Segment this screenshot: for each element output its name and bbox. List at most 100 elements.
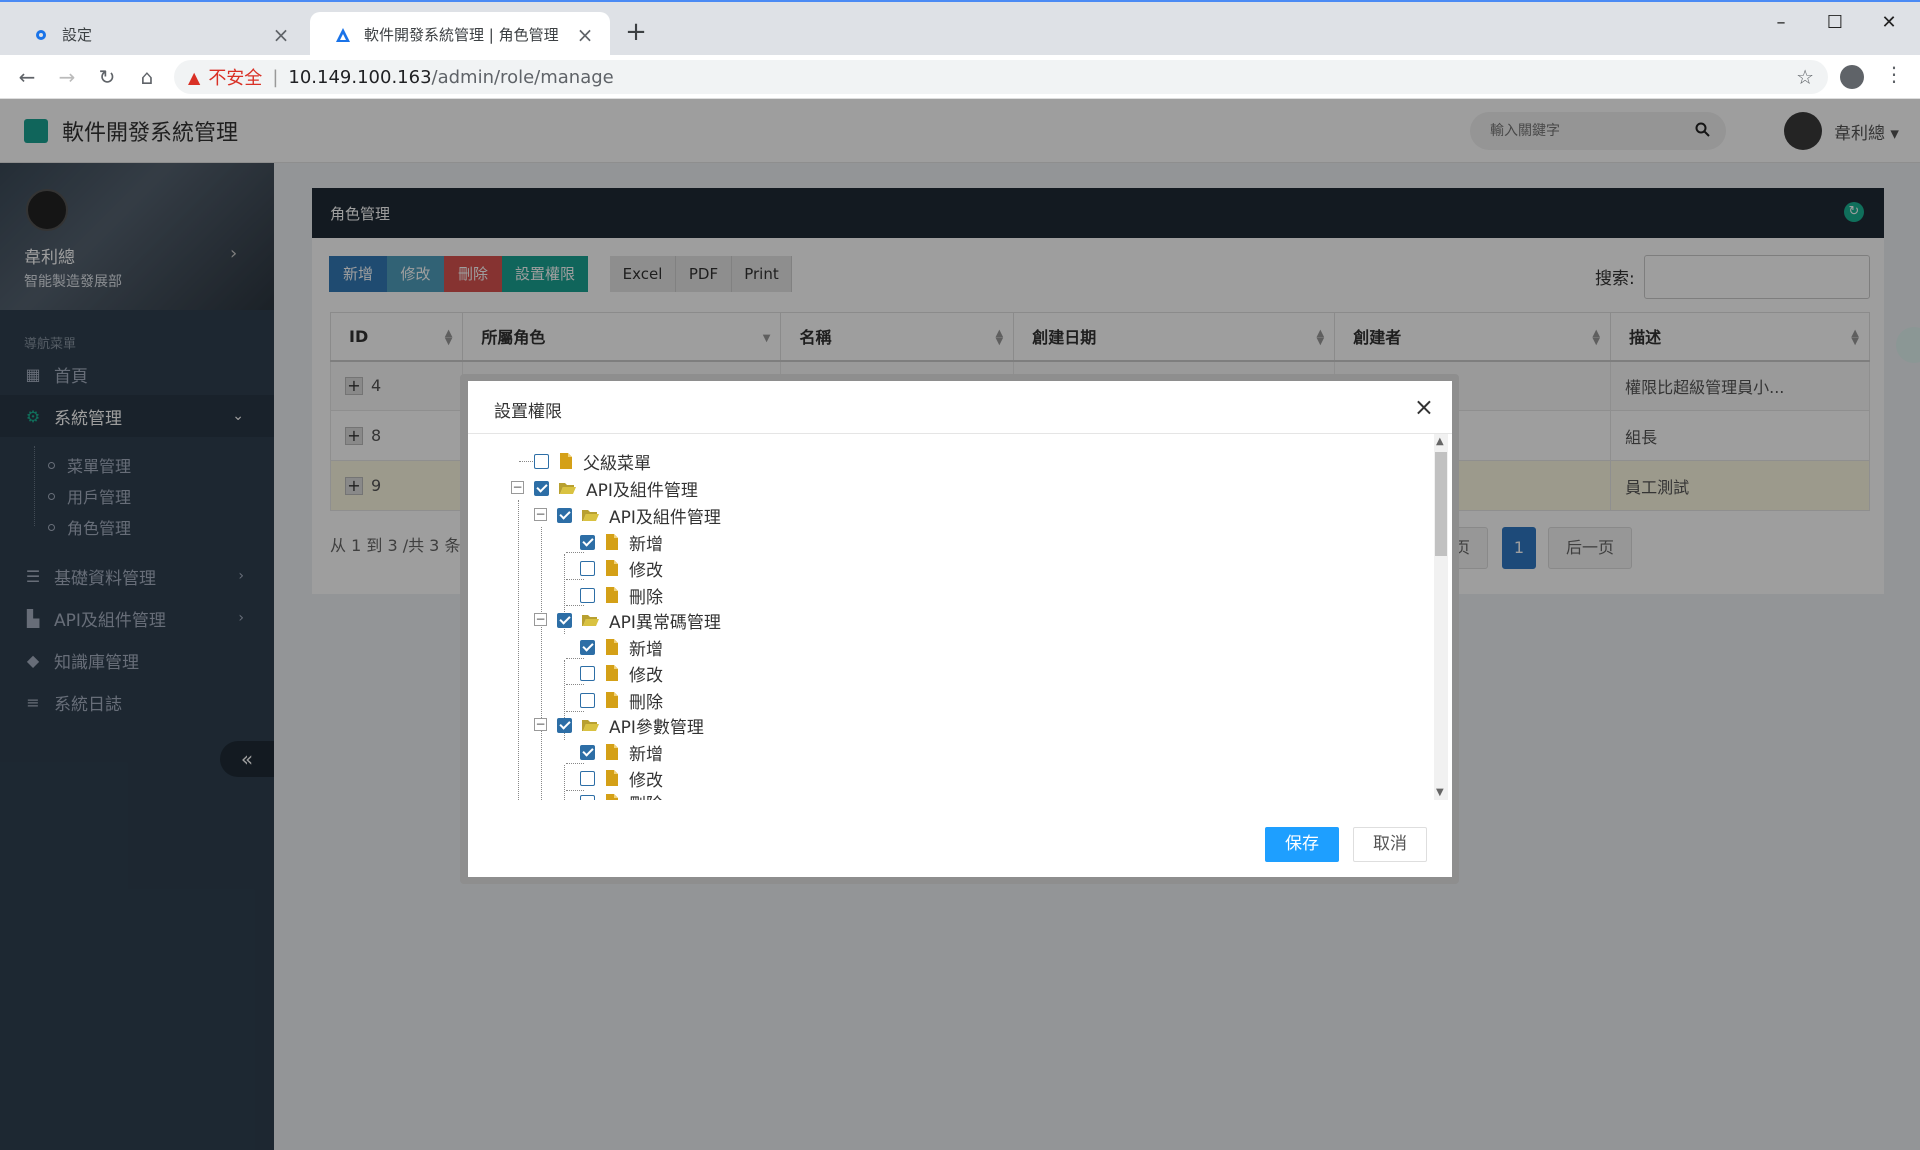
url-field[interactable]: ▲ 不安全 | 10.149.100.163 /admin/role/manag… (174, 60, 1828, 94)
tree-node-edit[interactable]: 修改 (580, 766, 663, 791)
tree-guide (541, 527, 542, 800)
close-icon[interactable]: × (1414, 393, 1434, 421)
tree-node-label: 修改 (629, 665, 663, 686)
modal-title: 設置權限 (494, 402, 562, 422)
tree-node-label: 刪除 (629, 692, 663, 713)
url-host: 10.149.100.163 (288, 66, 432, 88)
checkbox[interactable] (580, 665, 595, 681)
checkbox[interactable] (534, 453, 549, 469)
tree-node-label: API參數管理 (609, 717, 704, 738)
checkbox[interactable] (580, 560, 595, 576)
tree-guide (564, 765, 565, 800)
tree-node-label: 刪除 (629, 587, 663, 608)
tree-node-parent-menu[interactable]: 父級菜單 (534, 449, 651, 474)
file-icon (606, 534, 618, 550)
scroll-down-icon[interactable]: ▼ (1436, 787, 1444, 798)
file-icon (606, 639, 618, 655)
close-icon[interactable]: × (574, 23, 596, 47)
tree-node-delete[interactable]: 刪除 (580, 790, 663, 800)
gear-icon (32, 26, 50, 44)
tree-node-label: 修改 (629, 770, 663, 791)
scroll-up-icon[interactable]: ▲ (1436, 436, 1444, 447)
checkbox[interactable] (580, 534, 595, 550)
collapse-node-icon[interactable]: − (534, 508, 547, 521)
checkbox[interactable] (580, 770, 595, 786)
file-icon (606, 794, 618, 800)
maximize-icon[interactable]: ☐ (1810, 8, 1860, 38)
checkbox[interactable] (557, 507, 572, 523)
forward-icon[interactable]: → (52, 62, 82, 92)
bookmark-star-icon[interactable]: ☆ (1796, 65, 1814, 89)
collapse-node-icon[interactable]: − (511, 481, 524, 494)
minimize-icon[interactable]: – (1756, 8, 1806, 38)
reload-icon[interactable]: ↻ (92, 62, 122, 92)
file-icon (606, 587, 618, 603)
permissions-modal: 設置權限 × − − − − 父級菜單 API及組件管理 API及組件管理 新增… (468, 381, 1452, 877)
tab-settings[interactable]: 設定 × (8, 12, 306, 57)
tree-node-edit[interactable]: 修改 (580, 556, 663, 581)
file-icon (606, 665, 618, 681)
warning-icon: ▲ (188, 67, 201, 87)
app-triangle-icon (334, 26, 352, 44)
collapse-node-icon[interactable]: − (534, 718, 547, 731)
tab-title: 設定 (62, 26, 93, 44)
address-bar: ← → ↻ ⌂ ▲ 不安全 | 10.149.100.163 /admin/ro… (0, 55, 1920, 99)
url-separator: | (272, 66, 279, 88)
file-icon (606, 692, 618, 708)
tree-node-add[interactable]: 新增 (580, 635, 663, 660)
checkbox[interactable] (534, 480, 549, 496)
insecure-label: 不安全 (208, 68, 263, 89)
tree-node-api-component-sub[interactable]: API及組件管理 (557, 503, 721, 528)
file-icon (560, 453, 572, 469)
tree-node-label: API異常碼管理 (609, 612, 721, 633)
tree-node-delete[interactable]: 刪除 (580, 688, 663, 713)
cancel-button[interactable]: 取消 (1353, 827, 1427, 862)
tree-node-label: 新增 (629, 534, 663, 555)
checkbox[interactable] (580, 587, 595, 603)
file-icon (606, 770, 618, 786)
folder-open-icon (582, 720, 599, 731)
tree-node-label: 新增 (629, 744, 663, 765)
tree-node-label: API及組件管理 (586, 480, 698, 501)
tree-node-add[interactable]: 新增 (580, 740, 663, 765)
tree-node-add[interactable]: 新增 (580, 530, 663, 555)
permission-tree: − − − − 父級菜單 API及組件管理 API及組件管理 新增 修改 刪除 … (468, 434, 1436, 800)
tree-node-edit[interactable]: 修改 (580, 661, 663, 686)
tree-node-label: 父級菜單 (583, 453, 651, 474)
save-button[interactable]: 保存 (1265, 827, 1339, 862)
file-icon (606, 744, 618, 760)
tab-role-manage[interactable]: 軟件開發系統管理 | 角色管理 × (310, 12, 610, 57)
account-icon[interactable] (1840, 65, 1864, 89)
tree-node-delete[interactable]: 刪除 (580, 583, 663, 608)
checkbox[interactable] (580, 639, 595, 655)
scrollbar-thumb[interactable] (1435, 452, 1447, 556)
tree-scrollbar[interactable]: ▲ ▼ (1434, 434, 1448, 800)
more-menu-icon[interactable]: ⋮ (1884, 62, 1904, 86)
checkbox[interactable] (580, 744, 595, 760)
tree-guide (518, 500, 519, 800)
window-close-icon[interactable]: ✕ (1864, 8, 1914, 38)
checkbox[interactable] (580, 794, 595, 800)
browser-tab-bar: 設定 × 軟件開發系統管理 | 角色管理 × + – ☐ ✕ (0, 0, 1920, 57)
home-icon[interactable]: ⌂ (132, 62, 162, 92)
tree-node-label: API及組件管理 (609, 507, 721, 528)
checkbox[interactable] (580, 692, 595, 708)
folder-open-icon (582, 615, 599, 626)
back-icon[interactable]: ← (12, 62, 42, 92)
checkbox[interactable] (557, 612, 572, 628)
checkbox[interactable] (557, 717, 572, 733)
url-path: /admin/role/manage (431, 66, 614, 88)
new-tab-button[interactable]: + (620, 16, 652, 48)
tree-node-label: 新增 (629, 639, 663, 660)
tree-node-api-component[interactable]: API及組件管理 (534, 476, 698, 501)
folder-open-icon (582, 510, 599, 521)
tab-title: 軟件開發系統管理 | 角色管理 (364, 26, 559, 44)
folder-open-icon (559, 483, 576, 494)
tree-node-api-params[interactable]: API參數管理 (557, 713, 704, 738)
file-icon (606, 560, 618, 576)
collapse-node-icon[interactable]: − (534, 613, 547, 626)
tree-node-api-error-code[interactable]: API異常碼管理 (557, 608, 721, 633)
close-icon[interactable]: × (270, 23, 292, 47)
tree-node-label: 修改 (629, 560, 663, 581)
tree-node-label: 刪除 (629, 790, 663, 801)
